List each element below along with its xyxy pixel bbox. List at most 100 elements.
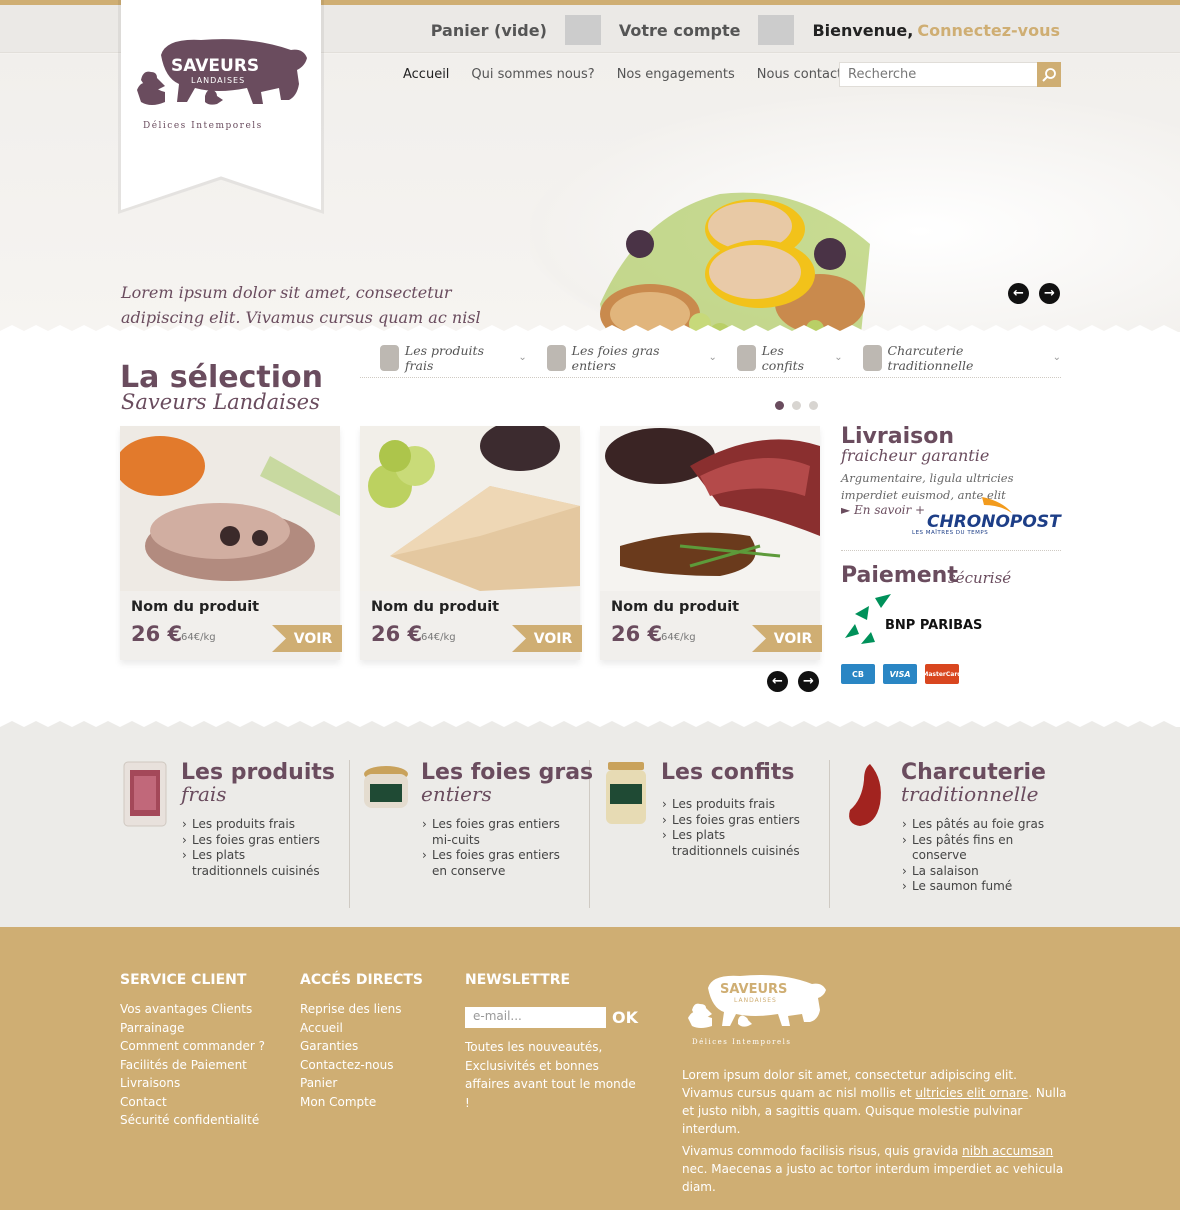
product-unit-price: 64€/kg	[421, 632, 456, 643]
view-product-button[interactable]: VOIR	[512, 625, 582, 652]
footer-link[interactable]: Reprise des liens	[300, 1000, 423, 1019]
footer-inline-link[interactable]: ultricies elit ornare	[915, 1086, 1028, 1100]
payment-title: Paiement	[841, 563, 958, 588]
account-link[interactable]: Votre compte	[601, 21, 759, 40]
cart-link[interactable]: Panier (vide)	[413, 21, 565, 40]
tab-label: Les confits	[761, 342, 805, 373]
footer-link[interactable]: Contactez-nous	[300, 1056, 423, 1075]
carousel-dot[interactable]	[809, 401, 818, 410]
category-link[interactable]: Les foies gras entiers	[662, 813, 802, 829]
account-links: Panier (vide) Votre compte Bienvenue, Co…	[413, 15, 1060, 45]
category-confits[interactable]: Les confits Les produits frais Les foies…	[600, 760, 830, 908]
category-list: Les produits frais Les foies gras entier…	[662, 797, 802, 859]
footer-link[interactable]: Sécurité confidentialité	[120, 1111, 265, 1130]
payment-cards: CB VISA MasterCard	[841, 664, 962, 684]
category-link[interactable]: Le saumon fumé	[902, 879, 1044, 895]
category-tabs: Les produits frais ⌄ Les foies gras enti…	[360, 338, 1061, 378]
category-link[interactable]: Les plats traditionnels cuisinés	[662, 828, 802, 859]
footer-about-paragraph: Vivamus commodo facilisis risus, quis gr…	[682, 1142, 1067, 1196]
category-link[interactable]: Les produits frais	[182, 817, 322, 833]
selection-subtitle: Saveurs Landaises	[121, 390, 320, 414]
product-name: Nom du produit	[131, 599, 260, 615]
footer-link[interactable]: Garanties	[300, 1037, 423, 1056]
search-input[interactable]: Recherche	[840, 63, 1037, 86]
delivery-subtitle: fraicheur garantie	[841, 446, 990, 465]
footer-link[interactable]: Accueil	[300, 1019, 423, 1038]
arrow-right-icon[interactable]: →	[1039, 283, 1060, 304]
nav-qui-sommes-nous[interactable]: Qui sommes nous?	[471, 67, 594, 82]
nav-nos-engagements[interactable]: Nos engagements	[617, 67, 735, 82]
logo-tagline: Délices Intemporels	[143, 121, 263, 131]
tab-confits[interactable]: Les confits ⌄	[736, 342, 843, 373]
sausage-icon	[862, 344, 882, 371]
newsletter-ok-button[interactable]: OK	[612, 1008, 638, 1027]
footer-link[interactable]: Facilités de Paiement	[120, 1056, 265, 1075]
footer-link[interactable]: Parrainage	[120, 1019, 265, 1038]
mastercard-icon: MasterCard	[922, 664, 962, 684]
carousel-dot[interactable]	[775, 401, 784, 410]
arrow-left-icon[interactable]: ←	[767, 671, 788, 692]
visa-card-icon: VISA	[883, 664, 917, 684]
search-button[interactable]	[1037, 62, 1061, 87]
category-foies-gras[interactable]: Les foies gras entiers Les foies gras en…	[360, 760, 593, 908]
category-list: Les produits frais Les foies gras entier…	[182, 817, 322, 879]
login-link[interactable]: Connectez-vous	[913, 21, 1060, 40]
product-card[interactable]: Nom du produit 26 € 64€/kg VOIR	[115, 426, 342, 660]
footer-link[interactable]: Mon Compte	[300, 1093, 423, 1112]
logo-brand: SAVEURS	[171, 56, 260, 76]
newsletter-email-input[interactable]: e-mail...	[465, 1007, 606, 1028]
category-link[interactable]: Les plats traditionnels cuisinés	[182, 848, 322, 879]
category-list: Les pâtés au foie gras Les pâtés fins en…	[902, 817, 1044, 895]
category-link[interactable]: Les foies gras entiers	[182, 833, 322, 849]
divider	[758, 15, 795, 45]
category-link[interactable]: Les foies gras entiers mi-cuits	[422, 817, 572, 848]
product-name: Nom du produit	[611, 599, 740, 615]
category-link[interactable]: Les pâtés fins en conserve	[902, 833, 1042, 864]
product-unit-price: 64€/kg	[661, 632, 696, 643]
hero-slider-controls: ← →	[1008, 283, 1060, 304]
footer-link[interactable]: Panier	[300, 1074, 423, 1093]
bnp-name: BNP PARIBAS	[885, 618, 983, 633]
footer-link[interactable]: Contact	[120, 1093, 265, 1112]
welcome-text: Bienvenue,	[812, 20, 914, 40]
view-product-button[interactable]: VOIR	[752, 625, 822, 652]
category-link[interactable]: Les pâtés au foie gras	[902, 817, 1044, 833]
product-thumb-icon	[380, 344, 399, 371]
category-link[interactable]: Les produits frais	[662, 797, 802, 813]
newsletter-text: Toutes les nouveautés, Exclusivités et b…	[465, 1040, 636, 1110]
tab-label: Charcuterie traditionnelle	[887, 342, 974, 373]
category-link[interactable]: Les foies gras entiers en conserve	[422, 848, 572, 879]
search-icon	[1042, 67, 1056, 82]
chevron-down-icon: ⌄	[708, 352, 717, 363]
footer-newsletter: NEWSLETTRE e-mail... OK Toutes les nouve…	[465, 972, 645, 1112]
footer-link[interactable]: Livraisons	[120, 1074, 265, 1093]
nav-accueil[interactable]: Accueil	[403, 67, 449, 82]
footer-link[interactable]: Comment commander ?	[120, 1037, 265, 1056]
category-produits-frais[interactable]: Les produits frais Les produits frais Le…	[120, 760, 350, 908]
footer-inline-link[interactable]: nibh accumsan	[962, 1144, 1053, 1158]
logo-sub: LANDAISES	[191, 76, 246, 85]
text: Vivamus commodo facilisis risus, quis gr…	[682, 1144, 963, 1158]
footer-logo-sub: LANDAISES	[734, 997, 777, 1004]
footer-link[interactable]: Vos avantages Clients	[120, 1000, 265, 1019]
chronopost-tagline: LES MAÎTRES DU TEMPS	[912, 530, 989, 536]
product-image	[115, 426, 340, 591]
tab-charcuterie[interactable]: Charcuterie traditionnelle ⌄	[862, 342, 1061, 373]
product-card[interactable]: Nom du produit 26 € 64€/kg VOIR	[600, 426, 822, 660]
carousel-dot[interactable]	[792, 401, 801, 410]
arrow-right-icon[interactable]: →	[798, 671, 819, 692]
footer-logo: SAVEURS LANDAISES Délices Intemporels	[682, 968, 837, 1050]
category-link[interactable]: La salaison	[902, 864, 1044, 880]
view-product-button[interactable]: VOIR	[272, 625, 342, 652]
footer-logo-brand: SAVEURS	[720, 982, 788, 997]
category-charcuterie[interactable]: Charcuterie traditionnelle Les pâtés au …	[840, 760, 1070, 908]
product-image	[600, 426, 820, 591]
footer-logo-tagline: Délices Intemporels	[692, 1038, 792, 1046]
tab-foies-gras[interactable]: Les foies gras entiers ⌄	[546, 343, 717, 373]
footer-about-paragraph: Lorem ipsum dolor sit amet, consectetur …	[682, 1066, 1067, 1138]
arrow-left-icon[interactable]: ←	[1008, 283, 1029, 304]
product-name: Nom du produit	[371, 599, 500, 615]
cb-card-icon: CB	[841, 664, 875, 684]
tab-produits-frais[interactable]: Les produits frais ⌄	[380, 343, 527, 373]
product-card[interactable]: Nom du produit 26 € 64€/kg VOIR	[360, 421, 582, 660]
